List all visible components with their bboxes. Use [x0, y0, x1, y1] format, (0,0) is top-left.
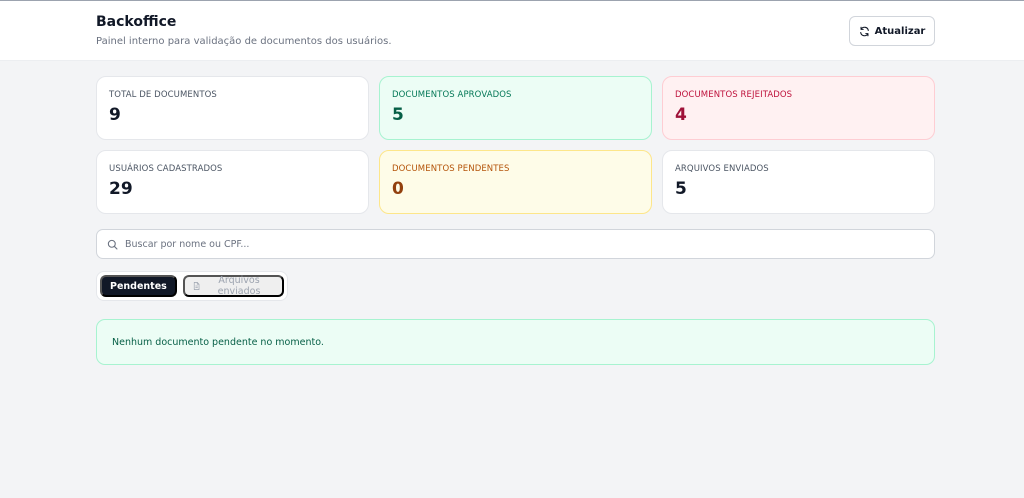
stat-value: 5 — [675, 179, 687, 199]
stat-value: 0 — [392, 179, 404, 199]
tab-arquivos-enviados[interactable]: Arquivos enviados — [182, 275, 284, 297]
stat-label: DOCUMENTOS APROVADOS — [392, 90, 512, 100]
search-bar[interactable] — [96, 229, 935, 259]
document-icon — [193, 282, 200, 290]
refresh-icon — [859, 26, 869, 36]
stat-label: DOCUMENTOS REJEITADOS — [675, 90, 793, 100]
tab-label: Pendentes — [110, 280, 167, 292]
stat-label: DOCUMENTOS PENDENTES — [392, 164, 510, 174]
search-input[interactable] — [125, 238, 905, 250]
stat-value: 4 — [675, 105, 687, 125]
stat-value: 5 — [392, 105, 404, 125]
stat-card-total-documents: TOTAL DE DOCUMENTOS 9 — [96, 76, 369, 140]
refresh-button-label: Atualizar — [874, 25, 926, 37]
empty-state-message: Nenhum documento pendente no momento. — [96, 319, 935, 365]
tab-pendentes[interactable]: Pendentes — [100, 275, 177, 297]
search-icon — [107, 239, 118, 250]
stat-label: ARQUIVOS ENVIADOS — [675, 164, 769, 174]
stat-value: 29 — [109, 179, 133, 199]
stat-label: TOTAL DE DOCUMENTOS — [109, 90, 217, 100]
stat-value: 9 — [109, 105, 121, 125]
tab-bar: Pendentes Arquivos enviados — [96, 271, 288, 301]
stats-grid: TOTAL DE DOCUMENTOS 9 DOCUMENTOS APROVAD… — [96, 76, 935, 214]
stat-card-rejected-documents: DOCUMENTOS REJEITADOS 4 — [662, 76, 935, 140]
refresh-button[interactable]: Atualizar — [849, 16, 935, 46]
tab-label: Arquivos enviados — [217, 275, 261, 297]
stat-label: USUÁRIOS CADASTRADOS — [109, 164, 223, 174]
page-title: Backoffice — [96, 14, 177, 30]
stat-card-pending-documents: DOCUMENTOS PENDENTES 0 — [379, 150, 652, 214]
page-header: Backoffice Painel interno para validação… — [0, 1, 1024, 61]
stat-card-approved-documents: DOCUMENTOS APROVADOS 5 — [379, 76, 652, 140]
stat-card-registered-users: USUÁRIOS CADASTRADOS 29 — [96, 150, 369, 214]
page-subtitle: Painel interno para validação de documen… — [96, 36, 392, 47]
stat-card-uploaded-files: ARQUIVOS ENVIADOS 5 — [662, 150, 935, 214]
